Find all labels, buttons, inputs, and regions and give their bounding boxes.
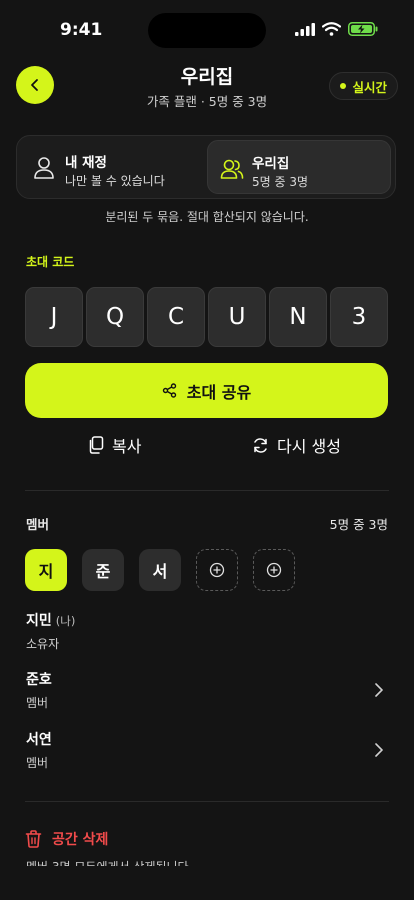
invite-code-label: 초대 코드 [26, 255, 75, 269]
copy-icon [89, 436, 104, 454]
mode-personal-sub: 나만 볼 수 있습니다 [65, 174, 165, 188]
trash-icon [25, 830, 42, 848]
status-icons [295, 22, 378, 36]
status-time: 9:41 [60, 20, 103, 40]
mode-shared-sub: 5명 중 3명 [252, 175, 309, 189]
invite-code: J Q C U N 3 [25, 287, 388, 347]
share-invite-button[interactable]: 초대 공유 [25, 363, 388, 418]
divider [25, 490, 389, 491]
user-icon [34, 157, 54, 179]
bottom-fade [0, 866, 414, 900]
mode-option-personal[interactable]: 내 재정 나만 볼 수 있습니다 [21, 140, 205, 194]
plus-circle-icon [266, 562, 282, 578]
member-row[interactable]: 서연 멤버 [26, 729, 388, 773]
wifi-icon [322, 22, 341, 36]
status-bar: 9:41 [0, 0, 414, 60]
chevron-right-icon [375, 743, 383, 757]
code-char: Q [86, 287, 144, 347]
code-char: 3 [330, 287, 388, 347]
delete-space-button[interactable]: 공간 삭제 [25, 829, 108, 849]
plus-circle-icon [209, 562, 225, 578]
member-row-owner[interactable]: 지민 (나) 소유자 [26, 610, 388, 654]
refresh-icon [254, 437, 267, 453]
member-name: 지민 [26, 613, 52, 629]
avatar[interactable]: 지 [25, 549, 67, 591]
code-char: C [147, 287, 205, 347]
live-badge: 실시간 [329, 72, 398, 100]
mode-shared-label: 우리집 [252, 156, 290, 172]
code-char: N [269, 287, 327, 347]
live-dot-icon [340, 83, 347, 89]
avatar[interactable]: 준 [82, 549, 124, 591]
code-char: J [25, 287, 83, 347]
share-invite-label: 초대 공유 [186, 382, 252, 402]
code-char: U [208, 287, 266, 347]
users-icon [220, 159, 244, 179]
signal-icon [295, 22, 315, 36]
copy-label: 복사 [112, 437, 142, 456]
regenerate-label: 다시 생성 [277, 437, 341, 456]
members-title: 멤버 [26, 517, 50, 532]
avatar[interactable]: 서 [139, 549, 181, 591]
regenerate-button[interactable]: 다시 생성 [252, 432, 341, 458]
add-member-slot[interactable] [253, 549, 295, 591]
member-role: 멤버 [26, 756, 49, 770]
delete-space-label: 공간 삭제 [52, 832, 109, 848]
member-name: 서연 [26, 732, 52, 748]
battery-charging-icon [348, 22, 378, 36]
member-role: 멤버 [26, 696, 49, 710]
member-row[interactable]: 준호 멤버 [26, 669, 388, 713]
share-icon [162, 383, 176, 398]
member-name: 준호 [26, 672, 52, 688]
separation-note: 분리된 두 묶음. 절대 합산되지 않습니다. [105, 210, 309, 224]
mode-personal-label: 내 재정 [65, 155, 107, 171]
live-label: 실시간 [352, 79, 387, 95]
member-self-tag: (나) [55, 614, 76, 628]
member-role: 소유자 [26, 637, 60, 651]
chevron-right-icon [375, 683, 383, 697]
member-avatars: 지 준 서 [25, 549, 295, 591]
divider [25, 801, 389, 802]
mode-option-shared[interactable]: 우리집 5명 중 3명 [207, 140, 391, 194]
members-count: 5명 중 3명 [329, 517, 388, 532]
copy-button[interactable]: 복사 [88, 432, 141, 458]
add-member-slot[interactable] [196, 549, 238, 591]
dynamic-island [148, 13, 266, 48]
space-mode-switch: 내 재정 나만 볼 수 있습니다 우리집 5명 중 3명 [16, 135, 396, 199]
